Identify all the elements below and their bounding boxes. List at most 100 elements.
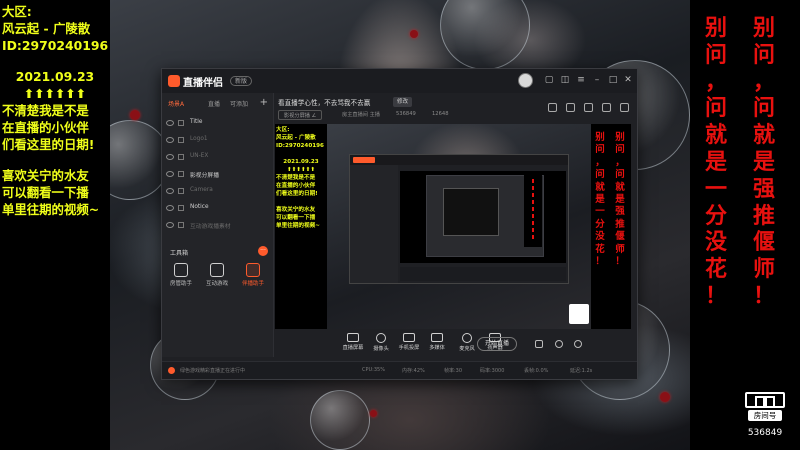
slogan-char: 问 xyxy=(752,96,775,122)
scene-tabs: 场景A 直播 可添加 + xyxy=(162,97,274,111)
edit-title-button[interactable]: 修改 xyxy=(393,97,413,107)
window-source-icon xyxy=(178,171,184,177)
user-avatar[interactable] xyxy=(518,73,533,88)
preview-hint-line: 单里往期的视频~ xyxy=(276,223,320,230)
broadcast-icon[interactable] xyxy=(555,340,563,348)
source-row[interactable]: Notice xyxy=(166,202,270,216)
slogan-char: 师 xyxy=(752,257,775,283)
phone-cast-button[interactable]: 手机投屏 xyxy=(397,333,421,351)
preview-red-char: 别 xyxy=(615,132,625,143)
preview-red-char: 问 xyxy=(595,144,605,156)
record-video-icon[interactable] xyxy=(535,340,543,348)
preview-red-char: 师 xyxy=(615,243,625,255)
eye-icon[interactable] xyxy=(166,120,174,126)
slogan-char: 推 xyxy=(752,203,775,229)
layout-icon[interactable] xyxy=(548,103,557,112)
share-icon[interactable] xyxy=(620,103,629,112)
video-hint-line-3: 单里往期的视频~ xyxy=(2,202,100,217)
source-row[interactable]: 互动游戏播素材 xyxy=(166,219,270,233)
status-dropped-frames: 丢帧:0.0% xyxy=(524,368,549,374)
bead-decoration xyxy=(130,110,140,120)
toolbox-title: 工具箱 xyxy=(170,250,189,257)
source-label: Camera xyxy=(190,187,213,193)
companion-icon xyxy=(246,263,260,277)
interactive-game-tool[interactable]: 互动游戏 xyxy=(202,263,232,287)
preview-red-char: 花 xyxy=(595,243,605,255)
lock-icon[interactable] xyxy=(566,103,575,112)
start-live-button[interactable]: 开始直播 xyxy=(477,337,517,351)
source-row[interactable]: UN-EX xyxy=(166,151,270,165)
source-row[interactable]: Logo1 xyxy=(166,134,270,148)
gift-icon[interactable]: ◫ xyxy=(560,75,570,85)
eye-icon[interactable] xyxy=(166,171,174,177)
status-text: 绿色游戏精彩直播正在进行中 xyxy=(180,368,246,374)
streaming-app-window: 直播伴侣 新版 ▢ ◫ ≡ – □ ✕ 场景A 直播 可添加 + Title L… xyxy=(161,68,638,380)
slogan-char: ！ xyxy=(752,283,775,309)
tool-label: 互动游戏 xyxy=(205,281,228,287)
camera-button[interactable]: 摄像头 xyxy=(369,333,393,352)
room-meta: 房主直播间 主播 xyxy=(342,112,380,118)
category-tag[interactable]: 影视分屏播 ∠ xyxy=(278,110,323,120)
tab-scene-a[interactable]: 场景A xyxy=(168,99,184,108)
minimize-icon[interactable]: – xyxy=(592,75,602,85)
screen-capture-button[interactable]: 直播屏幕 xyxy=(341,333,365,351)
arrows-up-icon: ⬆⬆⬆⬆⬆⬆ xyxy=(23,86,87,101)
monitor-icon xyxy=(347,333,359,342)
tab-live[interactable]: 直播 xyxy=(208,99,220,108)
preview-hint-line: 可以翻看一下播 xyxy=(276,214,316,221)
source-row[interactable]: Camera xyxy=(166,185,270,199)
button-label: 手机投屏 xyxy=(398,345,420,351)
text-source-icon xyxy=(178,120,184,126)
toolbox-more-button[interactable]: ··· xyxy=(258,246,268,256)
image-source-icon xyxy=(178,137,184,143)
source-label: Notice xyxy=(190,204,209,210)
microphone-button[interactable]: 麦克风 xyxy=(455,333,479,352)
preview-red-char: 推 xyxy=(615,218,625,230)
preview-red-char: ！ xyxy=(615,255,625,267)
slogan-column-2: 别 问 ， 问 就 是 强 推 偃 师 ！ xyxy=(748,16,780,311)
menu-icon[interactable]: ≡ xyxy=(576,75,586,85)
source-label: 影视分屏播 xyxy=(190,173,219,179)
eye-icon[interactable] xyxy=(166,137,174,143)
room-popularity: 12648 xyxy=(432,111,449,117)
message-icon[interactable]: ▢ xyxy=(544,75,554,85)
companion-tool[interactable]: 伴播助手 xyxy=(238,263,268,287)
eye-icon[interactable] xyxy=(166,205,174,211)
eye-icon[interactable] xyxy=(166,154,174,160)
slogan-char: 强 xyxy=(752,176,775,202)
slogan-char: 偃 xyxy=(752,230,775,256)
version-badge[interactable]: 新版 xyxy=(230,76,253,86)
preview-arrows-icon: ⬆⬆⬆⬆⬆⬆ xyxy=(286,166,316,173)
button-label: 多媒体 xyxy=(429,345,445,351)
slogan-char: 是 xyxy=(752,149,775,175)
notification-icon[interactable] xyxy=(602,103,611,112)
app-logo-icon xyxy=(168,75,180,87)
nested-canvas xyxy=(400,171,566,263)
tab-addable[interactable]: 可添加 xyxy=(230,99,248,108)
bubble-decoration xyxy=(310,390,370,450)
preview-red-char: ， xyxy=(595,156,605,168)
preview-red-char: 没 xyxy=(595,231,605,243)
settings-icon[interactable] xyxy=(574,340,582,348)
preview-hint-line: 喜欢关宁的水友 xyxy=(276,206,316,213)
scene-panel: 场景A 直播 可添加 + Title Logo1 UN-EX 影视分屏播 Cam… xyxy=(162,93,274,357)
slogan-char: 别 xyxy=(752,16,775,41)
douyu-logo-icon xyxy=(745,392,785,408)
record-icon[interactable] xyxy=(584,103,593,112)
room-manager-tool[interactable]: 房管助手 xyxy=(166,263,196,287)
slogan-char: ， xyxy=(752,69,775,95)
eye-icon[interactable] xyxy=(166,222,174,228)
maximize-icon[interactable]: □ xyxy=(608,75,618,85)
tool-label: 房管助手 xyxy=(169,281,192,287)
close-icon[interactable]: ✕ xyxy=(623,75,633,85)
add-scene-button[interactable]: + xyxy=(260,97,268,108)
preview-left-overlay: 大区: 风云起 - 广陵散 ID:2970240196 2021.09.23 ⬆… xyxy=(275,124,327,329)
stream-preview[interactable]: 大区: 风云起 - 广陵散 ID:2970240196 2021.09.23 ⬆… xyxy=(275,124,631,329)
multimedia-button[interactable]: 多媒体 xyxy=(425,333,449,351)
nested-sidebar xyxy=(350,165,398,283)
preview-red-char: 别 xyxy=(595,132,605,143)
source-row[interactable]: 影视分屏播 xyxy=(166,168,270,182)
source-row[interactable]: Title xyxy=(166,117,270,131)
eye-icon[interactable] xyxy=(166,188,174,194)
source-label: Logo1 xyxy=(190,136,208,142)
